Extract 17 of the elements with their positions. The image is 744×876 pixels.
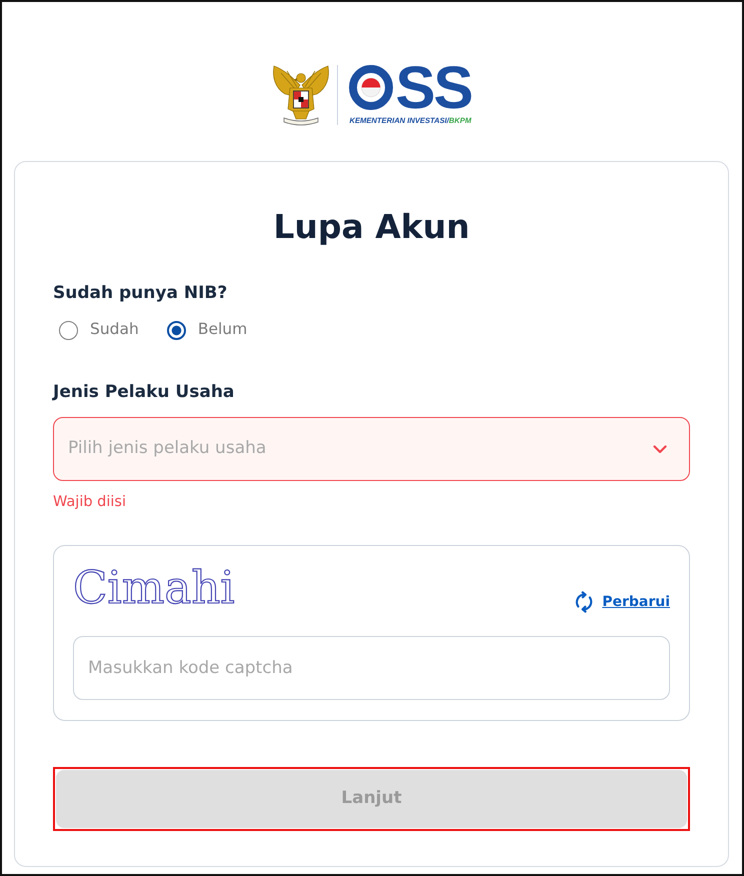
radio-label[interactable]: Belum [198,318,248,342]
error-message: Wajib diisi [53,493,128,512]
radio-label[interactable]: Sudah [90,318,139,342]
radio-button[interactable] [59,320,78,340]
dropdown-field[interactable]: Pilih jenis pelaku usaha [53,417,690,481]
form-title: Lupa Akun [272,208,471,246]
field-label: Sudah punya NIB? [53,282,228,305]
chevron-down-icon [653,444,667,454]
refresh-icon [574,591,594,613]
ring-with-flag-disc-icon [349,65,394,110]
field-label: Jenis Pelaku Usaha [53,381,236,404]
refresh-link[interactable]: Perbarui [574,591,670,613]
radio-button[interactable] [166,320,186,340]
captcha-input-field[interactable]: Masukkan kode captcha [73,636,670,700]
captcha-image-text: Cimahi [73,565,235,611]
eagle-emblem-icon [271,63,332,127]
logo-wordmark: SS [395,65,472,112]
